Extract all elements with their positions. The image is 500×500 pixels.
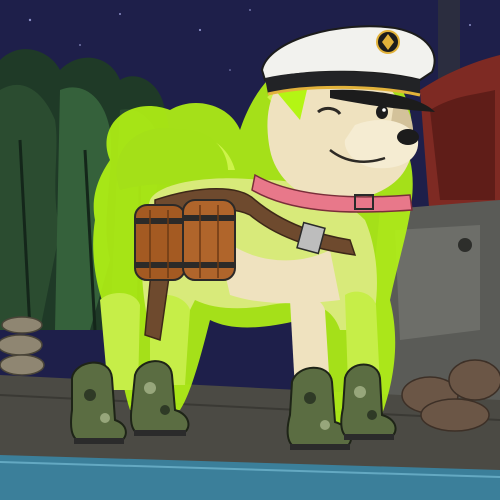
- dog-nose: [397, 129, 419, 145]
- barrel-right: [182, 199, 236, 281]
- barrel-left: [134, 204, 186, 281]
- scene-illustration: [0, 0, 500, 500]
- rope-coil: [0, 316, 45, 376]
